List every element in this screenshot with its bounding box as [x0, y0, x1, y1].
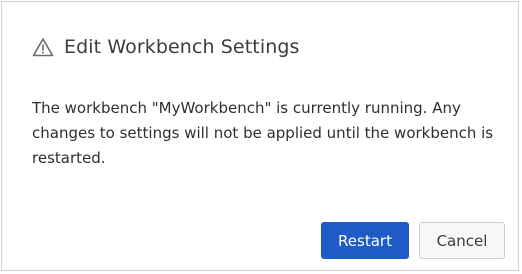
- edit-workbench-settings-dialog: Edit Workbench Settings The workbench "M…: [1, 1, 519, 271]
- dialog-footer: Restart Cancel: [321, 222, 505, 259]
- dialog-title: Edit Workbench Settings: [64, 36, 300, 58]
- dialog-header: Edit Workbench Settings: [32, 32, 300, 62]
- dialog-message: The workbench "MyWorkbench" is currently…: [32, 99, 494, 167]
- cancel-button[interactable]: Cancel: [419, 222, 505, 259]
- restart-button[interactable]: Restart: [321, 222, 409, 259]
- warning-triangle-icon: [32, 37, 54, 57]
